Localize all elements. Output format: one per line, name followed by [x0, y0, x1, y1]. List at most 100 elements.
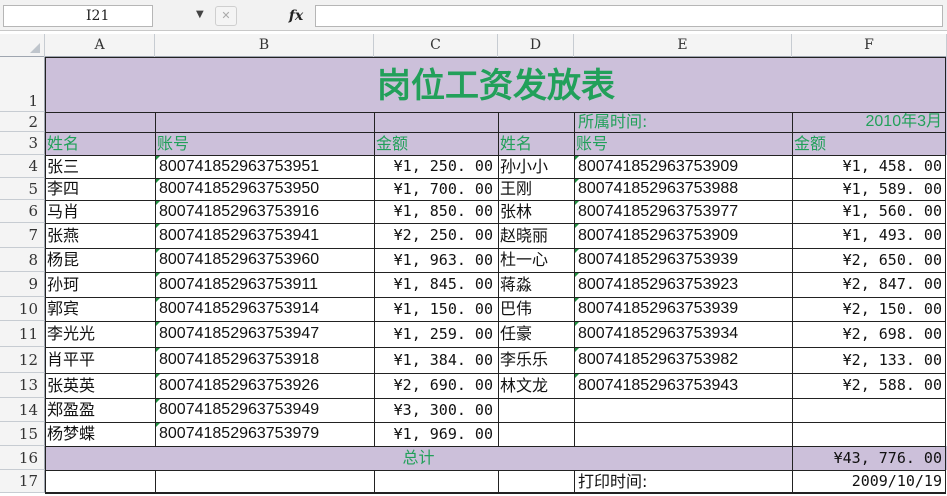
amount-cell[interactable]: ¥1, 150. 00 [374, 297, 498, 321]
name-cell[interactable]: 李四 [45, 178, 155, 200]
total-label[interactable]: 总计 [45, 446, 792, 470]
account-cell[interactable]: 800741852963753916 [155, 200, 374, 223]
amount-cell[interactable]: ¥1, 589. 00 [792, 178, 947, 200]
cancel-formula-button[interactable]: ✕ [215, 6, 237, 26]
row-header-9[interactable]: 9 [0, 272, 45, 297]
amount-cell[interactable]: ¥2, 250. 00 [374, 223, 498, 248]
amount-cell[interactable]: ¥2, 150. 00 [792, 297, 947, 321]
name-cell[interactable]: 郑盈盈 [45, 398, 155, 422]
row-header-10[interactable]: 10 [0, 297, 45, 321]
header-amt2[interactable]: 金额 [792, 132, 947, 155]
row-header-4[interactable]: 4 [0, 155, 45, 178]
account-cell[interactable]: 800741852963753950 [155, 178, 374, 200]
row-header-5[interactable]: 5 [0, 178, 45, 200]
header-acct2[interactable]: 账号 [574, 132, 792, 155]
name-cell[interactable]: 孙珂 [45, 272, 155, 297]
name-cell[interactable]: 赵晓丽 [498, 223, 574, 248]
account-cell[interactable]: 800741852963753939 [574, 297, 792, 321]
amount-cell[interactable]: ¥3, 300. 00 [374, 398, 498, 422]
amount-cell[interactable]: ¥1, 250. 00 [374, 155, 498, 178]
name-cell[interactable]: 张林 [498, 200, 574, 223]
amount-cell[interactable]: ¥2, 650. 00 [792, 248, 947, 272]
row-header-8[interactable]: 8 [0, 248, 45, 272]
select-all-corner[interactable] [0, 34, 45, 57]
amount-cell[interactable]: ¥1, 560. 00 [792, 200, 947, 223]
header-acct1[interactable]: 账号 [155, 132, 374, 155]
row-header-16[interactable]: 16 [0, 446, 45, 470]
row-header-1[interactable]: 1 [0, 57, 45, 112]
name-cell[interactable]: 肖平平 [45, 347, 155, 373]
row-header-14[interactable]: 14 [0, 398, 45, 422]
account-cell[interactable]: 800741852963753951 [155, 155, 374, 178]
account-cell[interactable]: 800741852963753909 [574, 223, 792, 248]
amount-cell[interactable]: ¥1, 259. 00 [374, 321, 498, 347]
row-header-7[interactable]: 7 [0, 223, 45, 248]
name-cell[interactable]: 李光光 [45, 321, 155, 347]
account-cell[interactable]: 800741852963753914 [155, 297, 374, 321]
amount-cell[interactable]: ¥1, 458. 00 [792, 155, 947, 178]
name-cell[interactable]: 杜一心 [498, 248, 574, 272]
column-header-e[interactable]: E [574, 34, 792, 57]
amount-cell[interactable]: ¥2, 690. 00 [374, 373, 498, 398]
account-cell[interactable]: 800741852963753960 [155, 248, 374, 272]
name-cell[interactable]: 杨昆 [45, 248, 155, 272]
account-cell[interactable]: 800741852963753941 [155, 223, 374, 248]
column-header-d[interactable]: D [498, 34, 574, 57]
name-cell[interactable]: 林文龙 [498, 373, 574, 398]
amount-cell[interactable]: ¥2, 133. 00 [792, 347, 947, 373]
account-cell[interactable]: 800741852963753943 [574, 373, 792, 398]
name-cell[interactable]: 李乐乐 [498, 347, 574, 373]
column-header-a[interactable]: A [45, 34, 155, 57]
period-value[interactable]: 2010年3月 [792, 112, 947, 132]
name-cell[interactable]: 张燕 [45, 223, 155, 248]
formula-input[interactable] [315, 5, 943, 27]
name-cell[interactable]: 蒋淼 [498, 272, 574, 297]
account-cell[interactable]: 800741852963753988 [574, 178, 792, 200]
row-header-2[interactable]: 2 [0, 112, 45, 132]
account-cell[interactable]: 800741852963753949 [155, 398, 374, 422]
amount-cell[interactable]: ¥1, 700. 00 [374, 178, 498, 200]
amount-cell[interactable]: ¥2, 698. 00 [792, 321, 947, 347]
row-header-13[interactable]: 13 [0, 373, 45, 398]
row-header-12[interactable]: 12 [0, 347, 45, 373]
column-header-c[interactable]: C [374, 34, 498, 57]
row-header-11[interactable]: 11 [0, 321, 45, 347]
total-value[interactable]: ¥43, 776. 00 [792, 446, 947, 470]
header-name2[interactable]: 姓名 [498, 132, 574, 155]
account-cell[interactable]: 800741852963753918 [155, 347, 374, 373]
row-header-3[interactable]: 3 [0, 132, 45, 155]
account-cell[interactable]: 800741852963753934 [574, 321, 792, 347]
name-cell[interactable]: 马肖 [45, 200, 155, 223]
account-cell[interactable]: 800741852963753939 [574, 248, 792, 272]
account-cell[interactable]: 800741852963753977 [574, 200, 792, 223]
amount-cell[interactable]: ¥1, 969. 00 [374, 422, 498, 446]
dropdown-arrow-icon[interactable]: ▼ [196, 9, 204, 20]
row-header-17[interactable]: 17 [0, 470, 45, 493]
account-cell[interactable]: 800741852963753947 [155, 321, 374, 347]
amount-cell[interactable]: ¥1, 963. 00 [374, 248, 498, 272]
account-cell[interactable]: 800741852963753923 [574, 272, 792, 297]
name-cell[interactable]: 张三 [45, 155, 155, 178]
print-time-value[interactable]: 2009/10/19 [792, 470, 947, 493]
name-box[interactable]: I21 [3, 5, 153, 27]
row-header-6[interactable]: 6 [0, 200, 45, 223]
name-cell[interactable]: 任豪 [498, 321, 574, 347]
header-name1[interactable]: 姓名 [45, 132, 155, 155]
sheet-title[interactable]: 岗位工资发放表 [45, 57, 947, 112]
row-header-15[interactable]: 15 [0, 422, 45, 446]
insert-function-button[interactable]: fx [283, 6, 309, 26]
name-cell[interactable]: 张英英 [45, 373, 155, 398]
amount-cell[interactable]: ¥1, 850. 00 [374, 200, 498, 223]
amount-cell[interactable]: ¥1, 384. 00 [374, 347, 498, 373]
account-cell[interactable]: 800741852963753979 [155, 422, 374, 446]
column-header-f[interactable]: F [792, 34, 947, 57]
print-time-label[interactable]: 打印时间: [574, 470, 792, 493]
name-cell[interactable]: 杨梦蝶 [45, 422, 155, 446]
period-label[interactable]: 所属时间: [574, 112, 792, 132]
name-cell[interactable]: 巴伟 [498, 297, 574, 321]
account-cell[interactable]: 800741852963753911 [155, 272, 374, 297]
name-cell[interactable]: 郭宾 [45, 297, 155, 321]
account-cell[interactable]: 800741852963753909 [574, 155, 792, 178]
name-cell[interactable]: 孙小小 [498, 155, 574, 178]
amount-cell[interactable]: ¥1, 493. 00 [792, 223, 947, 248]
